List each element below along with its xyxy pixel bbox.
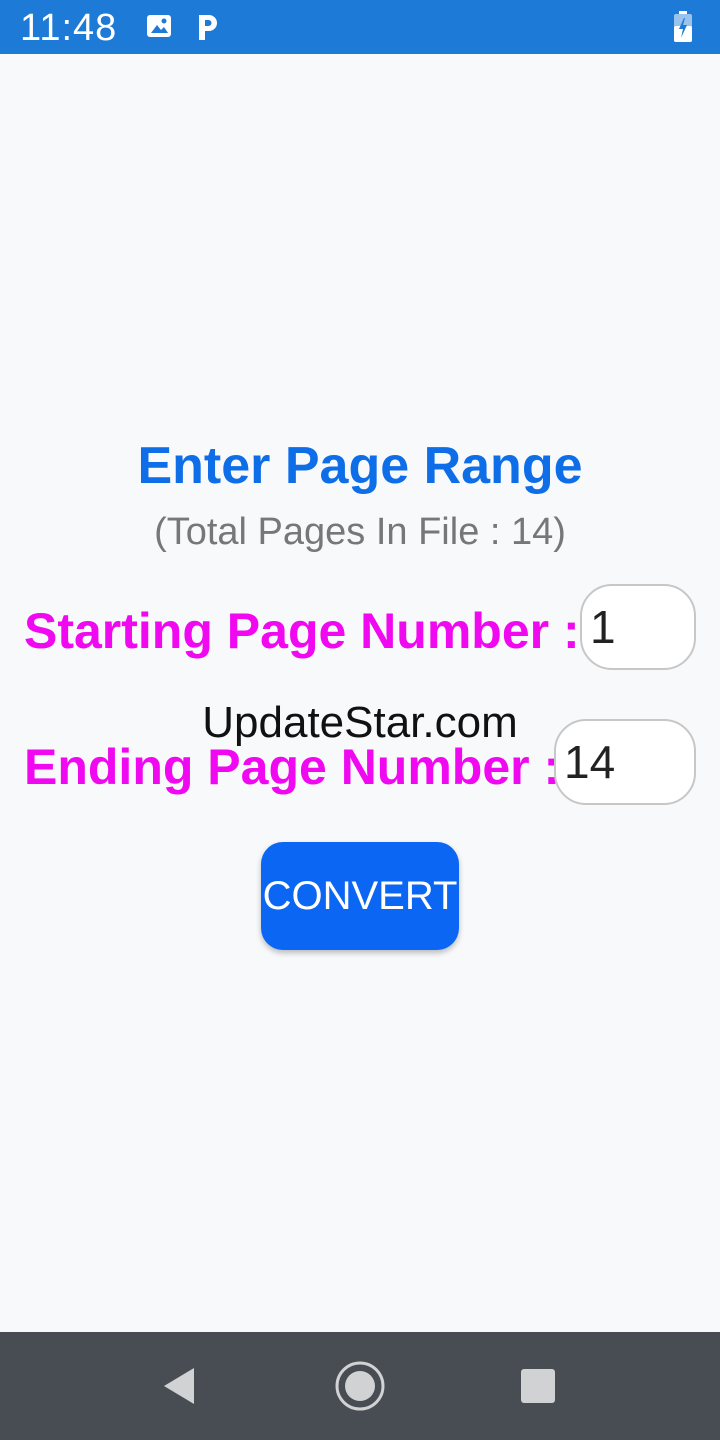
navigation-bar <box>0 1332 720 1440</box>
page-range-screen: Enter Page Range (Total Pages In File : … <box>0 54 720 1332</box>
back-icon[interactable] <box>150 1356 210 1416</box>
starting-page-label: Starting Page Number : <box>24 603 580 659</box>
battery-charging-icon <box>672 10 694 49</box>
status-time: 11:48 <box>20 7 118 49</box>
convert-button[interactable]: CONVERT <box>261 842 459 950</box>
ending-page-label: Ending Page Number : <box>24 739 561 795</box>
parking-icon <box>194 12 222 47</box>
image-icon <box>145 12 173 45</box>
ending-page-input[interactable] <box>554 719 696 805</box>
recents-icon[interactable] <box>508 1356 568 1416</box>
starting-page-input[interactable] <box>580 584 696 670</box>
total-pages-text: (Total Pages In File : 14) <box>154 511 566 553</box>
page-title: Enter Page Range <box>137 437 583 495</box>
home-icon[interactable] <box>330 1356 390 1416</box>
status-bar: 11:48 <box>0 0 720 54</box>
